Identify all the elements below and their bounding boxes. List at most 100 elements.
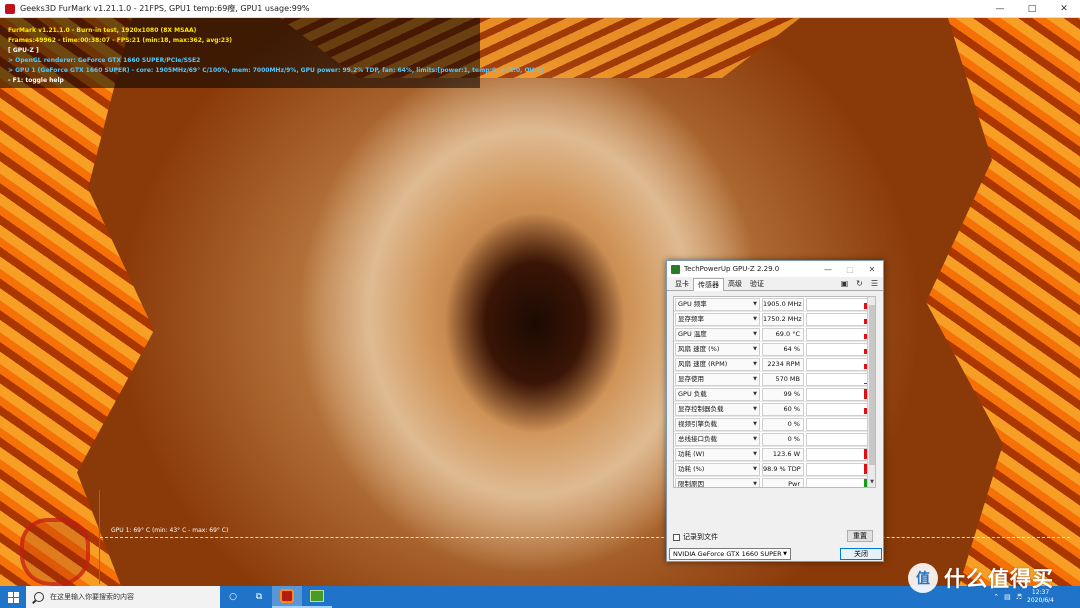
sensor-name: 风扇 速度 (%) xyxy=(678,344,720,353)
gpu-select-value: NVIDIA GeForce GTX 1660 SUPER xyxy=(673,550,782,558)
chevron-down-icon: ▼ xyxy=(753,375,757,382)
gpuz-window[interactable]: TechPowerUp GPU-Z 2.29.0 — □ ✕ 显卡 传感器 高级… xyxy=(666,260,884,562)
gpuz-close-button[interactable]: 关闭 xyxy=(840,548,882,560)
tab-graphics-card[interactable]: 显卡 xyxy=(671,278,693,290)
sensor-name-dropdown[interactable]: GPU 温度 ▼ xyxy=(675,327,760,341)
furmark-taskbar-icon xyxy=(280,589,294,603)
chevron-down-icon: ▼ xyxy=(753,360,757,367)
cortana-icon[interactable]: ○ xyxy=(220,586,246,608)
gpuz-minimize-button[interactable]: — xyxy=(817,261,839,277)
chevron-down-icon: ▼ xyxy=(753,315,757,322)
osd-line: - F1: toggle help xyxy=(8,77,64,84)
sensor-name: GPU 负载 xyxy=(678,389,707,398)
sensor-row: 限制原因 ▼ Pwr xyxy=(674,477,875,487)
sensor-name: 风扇 速度 (RPM) xyxy=(678,359,728,368)
reset-button[interactable]: 重置 xyxy=(847,530,873,542)
watermark: 值 什么值得买 xyxy=(908,563,1054,593)
log-to-file-checkbox[interactable] xyxy=(673,533,680,541)
temperature-graph-line xyxy=(100,537,1070,538)
sensor-scrollbar[interactable]: ▼ xyxy=(867,297,875,487)
chevron-down-icon: ▼ xyxy=(753,345,757,352)
sensor-row: GPU 温度 ▼ 69.0 °C xyxy=(674,327,875,342)
osd-line: [ GPU-Z ] xyxy=(8,47,39,54)
chevron-down-icon: ▼ xyxy=(753,450,757,457)
taskbar-search-box[interactable]: 在这里输入你要搜索的内容 xyxy=(26,586,220,608)
sensor-name: 显存控制器负载 xyxy=(678,404,724,413)
tab-sensors[interactable]: 传感器 xyxy=(693,278,724,291)
refresh-icon[interactable]: ↻ xyxy=(854,278,865,289)
sensor-row: 视频引擎负载 ▼ 0 % xyxy=(674,417,875,432)
taskbar-app-gpuz[interactable] xyxy=(302,586,332,608)
close-button[interactable]: ✕ xyxy=(1048,0,1080,18)
render-tile-pattern-right xyxy=(926,18,1080,586)
sensor-graph xyxy=(806,327,872,341)
sensor-name-dropdown[interactable]: GPU 负载 ▼ xyxy=(675,387,760,401)
maximize-button[interactable]: □ xyxy=(1016,0,1048,18)
sensor-value: 1905.0 MHz xyxy=(762,297,804,311)
furmark-titlebar[interactable]: Geeks3D FurMark v1.21.1.0 - 21FPS, GPU1 … xyxy=(0,0,1080,18)
sensor-row: 功耗 (W) ▼ 123.6 W xyxy=(674,447,875,462)
search-icon xyxy=(34,592,44,602)
furmark-osd-panel: FurMark v1.21.1.0 - Burn-in test, 1920x1… xyxy=(0,18,543,88)
chevron-up-icon[interactable]: ⌃ xyxy=(993,593,999,601)
gpu-select-dropdown[interactable]: NVIDIA GeForce GTX 1660 SUPER ▼ xyxy=(669,548,791,560)
sensor-name-dropdown[interactable]: 风扇 速度 (%) ▼ xyxy=(675,342,760,356)
task-view-icon[interactable]: ⧉ xyxy=(246,586,272,608)
gpuz-maximize-button[interactable]: □ xyxy=(839,261,861,277)
tab-validation[interactable]: 验证 xyxy=(746,278,768,290)
sensor-graph xyxy=(806,387,872,401)
chevron-down-icon: ▼ xyxy=(753,405,757,412)
sensor-value: Pwr xyxy=(762,477,804,487)
sensor-value: 0 % xyxy=(762,432,804,446)
sensor-name-dropdown[interactable]: 视频引擎负载 ▼ xyxy=(675,417,760,431)
sensor-name: 视频引擎负载 xyxy=(678,419,717,428)
sensor-name-dropdown[interactable]: 风扇 速度 (RPM) ▼ xyxy=(675,357,760,371)
network-icon[interactable]: ▤ xyxy=(1004,593,1011,601)
sensor-name-dropdown[interactable]: 限制原因 ▼ xyxy=(675,477,760,487)
gpuz-titlebar[interactable]: TechPowerUp GPU-Z 2.29.0 — □ ✕ xyxy=(667,261,883,277)
clock-date: 2020/6/4 xyxy=(1027,597,1054,604)
furmark-logo-icon xyxy=(20,518,90,586)
chevron-down-icon: ▼ xyxy=(753,480,757,487)
chevron-down-icon: ▼ xyxy=(783,551,787,557)
scroll-down-icon[interactable]: ▼ xyxy=(868,479,875,487)
minimize-button[interactable]: — xyxy=(984,0,1016,18)
sensor-graph xyxy=(806,477,872,487)
chevron-down-icon: ▼ xyxy=(753,300,757,307)
sensor-graph xyxy=(806,357,872,371)
start-button[interactable] xyxy=(0,586,26,608)
tab-advanced[interactable]: 高级 xyxy=(724,278,746,290)
sensor-name-dropdown[interactable]: 显存使用 ▼ xyxy=(675,372,760,386)
osd-line: Frames:49962 - time:00:38:07 - FPS:21 (m… xyxy=(8,37,233,44)
sensor-value: 64 % xyxy=(762,342,804,356)
sensor-row: 显存控制器负载 ▼ 60 % xyxy=(674,402,875,417)
log-to-file-row: 记录到文件 xyxy=(673,532,718,542)
camera-icon[interactable]: ▣ xyxy=(839,278,850,289)
sensor-value: 2234 RPM xyxy=(762,357,804,371)
sensor-row: 显存使用 ▼ 570 MB xyxy=(674,372,875,387)
sensor-name-dropdown[interactable]: 显存控制器负载 ▼ xyxy=(675,402,760,416)
sensor-row: 功耗 (%) ▼ 98.9 % TDP xyxy=(674,462,875,477)
sensor-scrollbar-thumb[interactable] xyxy=(869,305,875,465)
taskbar-app-furmark[interactable] xyxy=(272,586,302,608)
gpuz-close-icon[interactable]: ✕ xyxy=(861,261,883,277)
furmark-render-area: FurMark v1.21.1.0 - Burn-in test, 1920x1… xyxy=(0,18,1080,586)
sensor-name-dropdown[interactable]: 功耗 (%) ▼ xyxy=(675,462,760,476)
gpuz-window-title: TechPowerUp GPU-Z 2.29.0 xyxy=(684,265,780,273)
chevron-down-icon: ▼ xyxy=(753,390,757,397)
sensor-name-dropdown[interactable]: 功耗 (W) ▼ xyxy=(675,447,760,461)
chevron-down-icon: ▼ xyxy=(753,465,757,472)
sensor-name-dropdown[interactable]: 显存频率 ▼ xyxy=(675,312,760,326)
sensor-graph xyxy=(806,342,872,356)
sensor-value: 69.0 °C xyxy=(762,327,804,341)
sensor-name: 功耗 (%) xyxy=(678,464,705,473)
menu-icon[interactable]: ☰ xyxy=(869,278,880,289)
sensor-row: 显存频率 ▼ 1750.2 MHz xyxy=(674,312,875,327)
sensor-list: GPU 频率 ▼ 1905.0 MHz 显存频率 ▼ 1750.2 MHz GPU 温度 ▼ 6… xyxy=(673,296,876,488)
chevron-down-icon: ▼ xyxy=(753,435,757,442)
sensor-name-dropdown[interactable]: GPU 频率 ▼ xyxy=(675,297,760,311)
volume-icon[interactable]: ♬ xyxy=(1016,593,1022,601)
furmark-window[interactable]: Geeks3D FurMark v1.21.1.0 - 21FPS, GPU1 … xyxy=(0,0,1080,586)
sensor-row: GPU 频率 ▼ 1905.0 MHz xyxy=(674,297,875,312)
sensor-name-dropdown[interactable]: 总线接口负载 ▼ xyxy=(675,432,760,446)
